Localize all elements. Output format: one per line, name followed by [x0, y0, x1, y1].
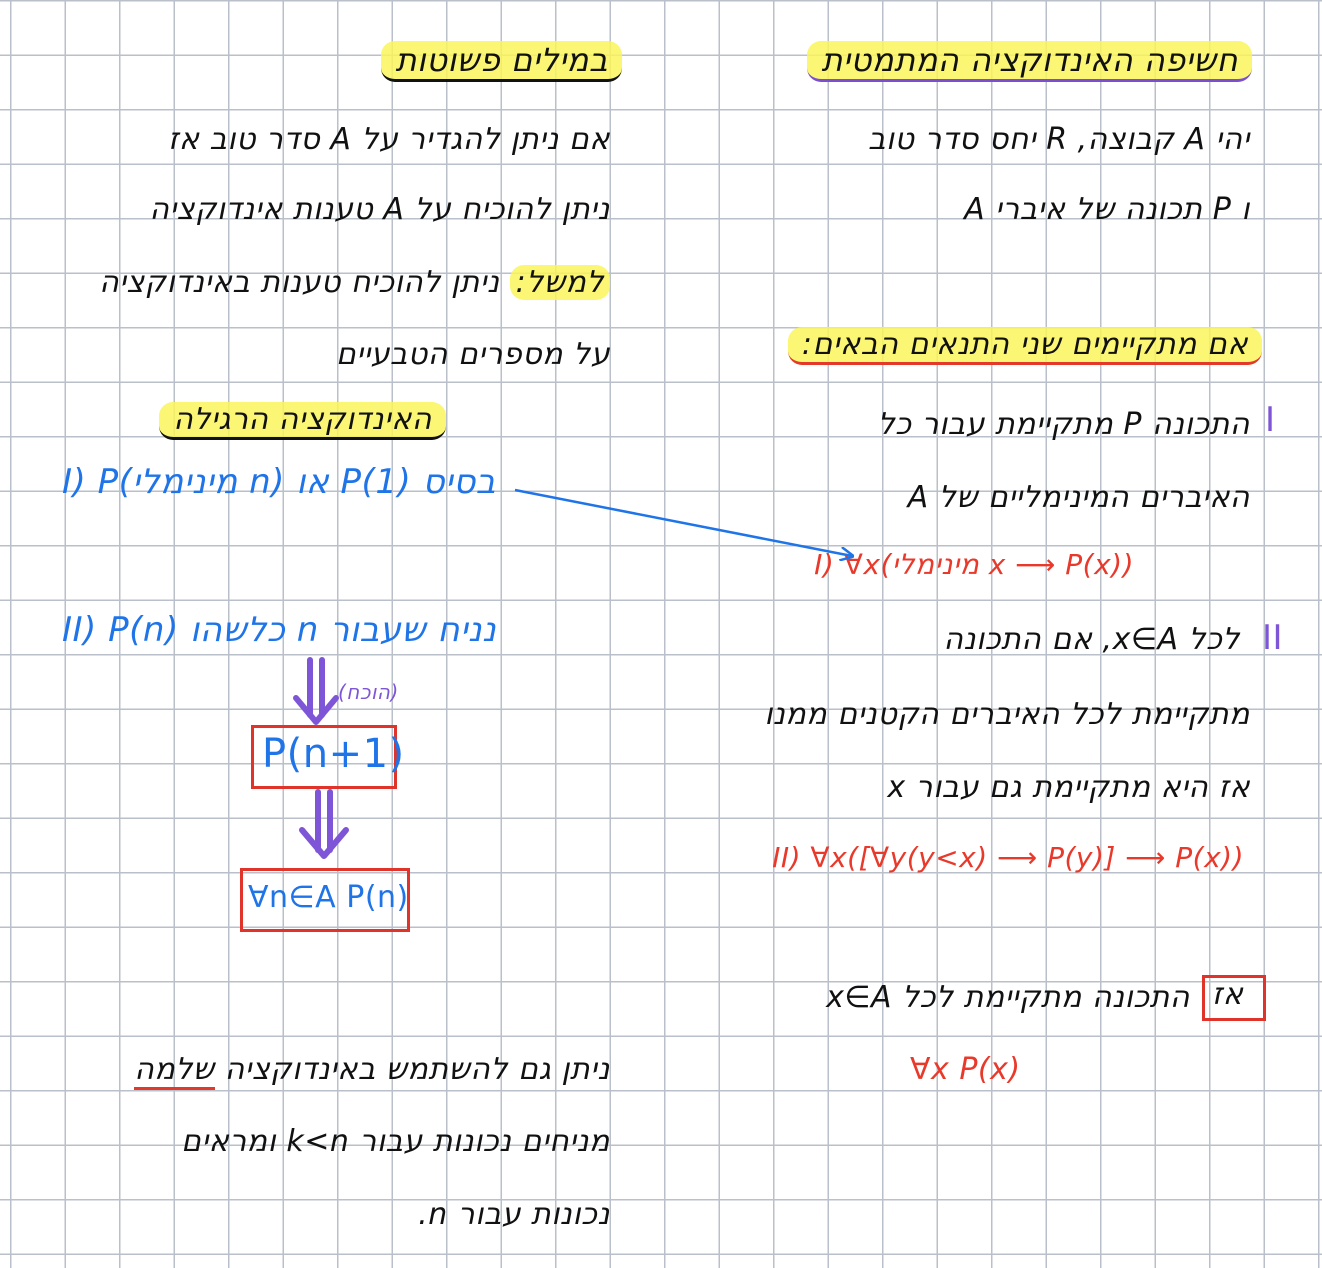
arrows-layer	[293, 488, 1322, 859]
down-arrow-icon	[299, 789, 349, 859]
down-arrow-icon	[293, 657, 339, 725]
notes-page: חשיפה האינדוקציה המתמטית יהי A קבוצה, R …	[0, 0, 1322, 1268]
base-to-condition-arrow	[514, 488, 852, 556]
